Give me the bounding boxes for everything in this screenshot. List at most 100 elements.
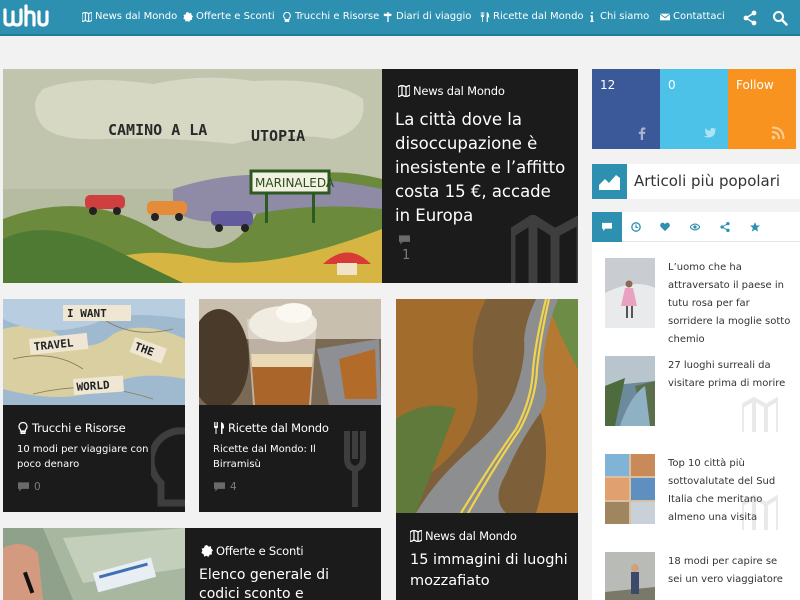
- map-watermark-icon: [511, 215, 578, 283]
- rss-follow-label: Follow: [736, 78, 774, 92]
- popular-article-title: 18 modi per capire se sei un vero viaggi…: [668, 556, 783, 585]
- comment-icon: [18, 482, 29, 492]
- popular-tabs: [592, 212, 800, 242]
- lightbulb-icon: [283, 11, 291, 22]
- category-label: News dal Mondo: [425, 529, 517, 543]
- tab-most-viewed[interactable]: [680, 212, 710, 242]
- article-card[interactable]: I WANT TRAVEL THE WORLD Trucchi e Risors…: [3, 299, 185, 512]
- nav-label: News dal Mondo: [95, 11, 178, 22]
- popular-article-item[interactable]: 27 luoghi surreali da visitare prima di …: [605, 356, 800, 432]
- map-watermark-icon: [742, 396, 778, 432]
- tab-top-rated[interactable]: [740, 212, 770, 242]
- card-category[interactable]: Trucchi e Risorse: [17, 421, 126, 435]
- popular-article-item[interactable]: L’uomo che ha attraversato il paese in t…: [605, 258, 800, 345]
- share-icon: [743, 10, 757, 26]
- featured-article[interactable]: CAMINO A LA UTOPIA MARINALEDA News dal M…: [3, 69, 578, 283]
- card-title[interactable]: Ricette dal Mondo: Il Birramisù: [213, 442, 363, 472]
- nav-label: Offerte e Sconti: [196, 11, 275, 22]
- article-image: I WANT TRAVEL THE WORLD: [3, 299, 185, 405]
- comment-icon: [602, 222, 612, 232]
- card-comments[interactable]: 4: [214, 481, 237, 493]
- nav-offerte-e-sconti[interactable]: Offerte e Sconti: [183, 11, 275, 22]
- tab-most-shared[interactable]: [710, 212, 740, 242]
- card-category[interactable]: Ricette dal Mondo: [213, 421, 329, 435]
- svg-text:WORLD: WORLD: [76, 378, 110, 393]
- fork-knife-icon: [480, 11, 490, 22]
- twitter-count: 0: [668, 78, 676, 92]
- article-card[interactable]: Offerte e Sconti Elenco generale di codi…: [3, 528, 381, 600]
- facebook-counter[interactable]: 12: [592, 69, 660, 149]
- nav-label: Contattaci: [673, 11, 725, 22]
- twitter-icon: [703, 128, 717, 138]
- comment-icon: [399, 235, 410, 245]
- fork-knife-icon: [214, 422, 224, 434]
- twitter-counter[interactable]: 0: [660, 69, 728, 149]
- category-label: Trucchi e Risorse: [32, 421, 126, 435]
- svg-text:MARINALEDA: MARINALEDA: [255, 176, 335, 190]
- trend-chart-icon: [599, 175, 620, 190]
- svg-text:UTOPIA: UTOPIA: [251, 127, 305, 145]
- heart-icon: [660, 222, 670, 232]
- signpost-icon: [383, 11, 393, 22]
- nav-news-dal-mondo[interactable]: News dal Mondo: [82, 11, 177, 22]
- popular-articles-title: Articoli più popolari: [634, 172, 781, 190]
- popular-article-title: L’uomo che ha attraversato il paese in t…: [668, 262, 791, 345]
- map-icon: [398, 85, 410, 97]
- tab-recent[interactable]: [621, 212, 651, 242]
- star-icon: [750, 222, 760, 232]
- map-icon: [410, 530, 422, 542]
- article-image: [3, 528, 185, 600]
- trend-icon-box: [592, 164, 627, 199]
- info-icon: [590, 11, 594, 22]
- nav-label: Trucchi e Risorse: [295, 11, 380, 22]
- card-category[interactable]: News dal Mondo: [410, 529, 517, 543]
- nav-diari-di-viaggio[interactable]: Diari di viaggio: [383, 11, 471, 22]
- map-watermark-icon: [742, 494, 778, 530]
- card-title[interactable]: 10 modi per viaggiare con poco denaro: [17, 442, 167, 472]
- category-label: Ricette dal Mondo: [228, 421, 329, 435]
- search-button[interactable]: [772, 10, 788, 26]
- nav-ricette-dal-mondo[interactable]: Ricette dal Mondo: [480, 11, 584, 22]
- nav-chi-siamo[interactable]: Chi siamo: [587, 11, 649, 22]
- article-card[interactable]: News dal Mondo 15 immagini di luoghi moz…: [396, 299, 578, 600]
- popular-article-item[interactable]: 18 modi per capire se sei un vero viaggi…: [605, 552, 800, 600]
- category-label: Offerte e Sconti: [216, 544, 304, 558]
- category-label: News dal Mondo: [413, 84, 505, 98]
- lightbulb-watermark-icon: [151, 427, 185, 507]
- map-icon: [82, 11, 92, 22]
- article-image: [396, 299, 578, 513]
- article-card[interactable]: Ricette dal Mondo Ricette dal Mondo: Il …: [199, 299, 381, 512]
- nav-label: Ricette dal Mondo: [493, 11, 584, 22]
- rss-follow[interactable]: Follow: [728, 69, 796, 149]
- card-title[interactable]: 15 immagini di luoghi mozzafiato: [410, 550, 570, 592]
- nav-trucchi-e-risorse[interactable]: Trucchi e Risorse: [282, 11, 379, 22]
- tab-most-liked[interactable]: [650, 212, 680, 242]
- eye-icon: [690, 223, 700, 231]
- facebook-icon: [638, 127, 646, 140]
- clock-icon: [631, 222, 641, 232]
- card-comments[interactable]: 0: [18, 481, 41, 493]
- nav-label: Chi siamo: [600, 11, 650, 22]
- lightbulb-icon: [18, 422, 28, 434]
- featured-title[interactable]: La città dove la disoccupazione è inesis…: [395, 108, 570, 228]
- card-title[interactable]: Elenco generale di codici sconto e promo…: [199, 566, 374, 600]
- svg-text:CAMINO A LA: CAMINO A LA: [108, 121, 207, 139]
- featured-category[interactable]: News dal Mondo: [398, 84, 505, 98]
- wuhu-logo[interactable]: [2, 4, 52, 30]
- fork-knife-watermark-icon: [344, 431, 366, 507]
- rss-icon: [771, 126, 785, 140]
- badge-icon: [201, 545, 213, 557]
- popular-article-thumbnail: [605, 552, 655, 600]
- comment-icon: [214, 482, 225, 492]
- popular-articles-list: L’uomo che ha attraversato il paese in t…: [592, 242, 800, 600]
- card-category[interactable]: Offerte e Sconti: [201, 544, 304, 558]
- article-image: [199, 299, 381, 405]
- svg-text:I WANT: I WANT: [67, 307, 107, 320]
- featured-comments[interactable]: 1: [399, 235, 410, 263]
- nav-contattaci[interactable]: Contattaci: [660, 11, 725, 22]
- share-button[interactable]: [742, 10, 758, 26]
- tab-most-commented[interactable]: [592, 212, 622, 242]
- search-icon: [773, 11, 788, 26]
- popular-article-item[interactable]: Top 10 città più sottovalutate del Sud I…: [605, 454, 800, 530]
- top-navbar: News dal Mondo Offerte e Sconti Trucchi …: [0, 0, 800, 36]
